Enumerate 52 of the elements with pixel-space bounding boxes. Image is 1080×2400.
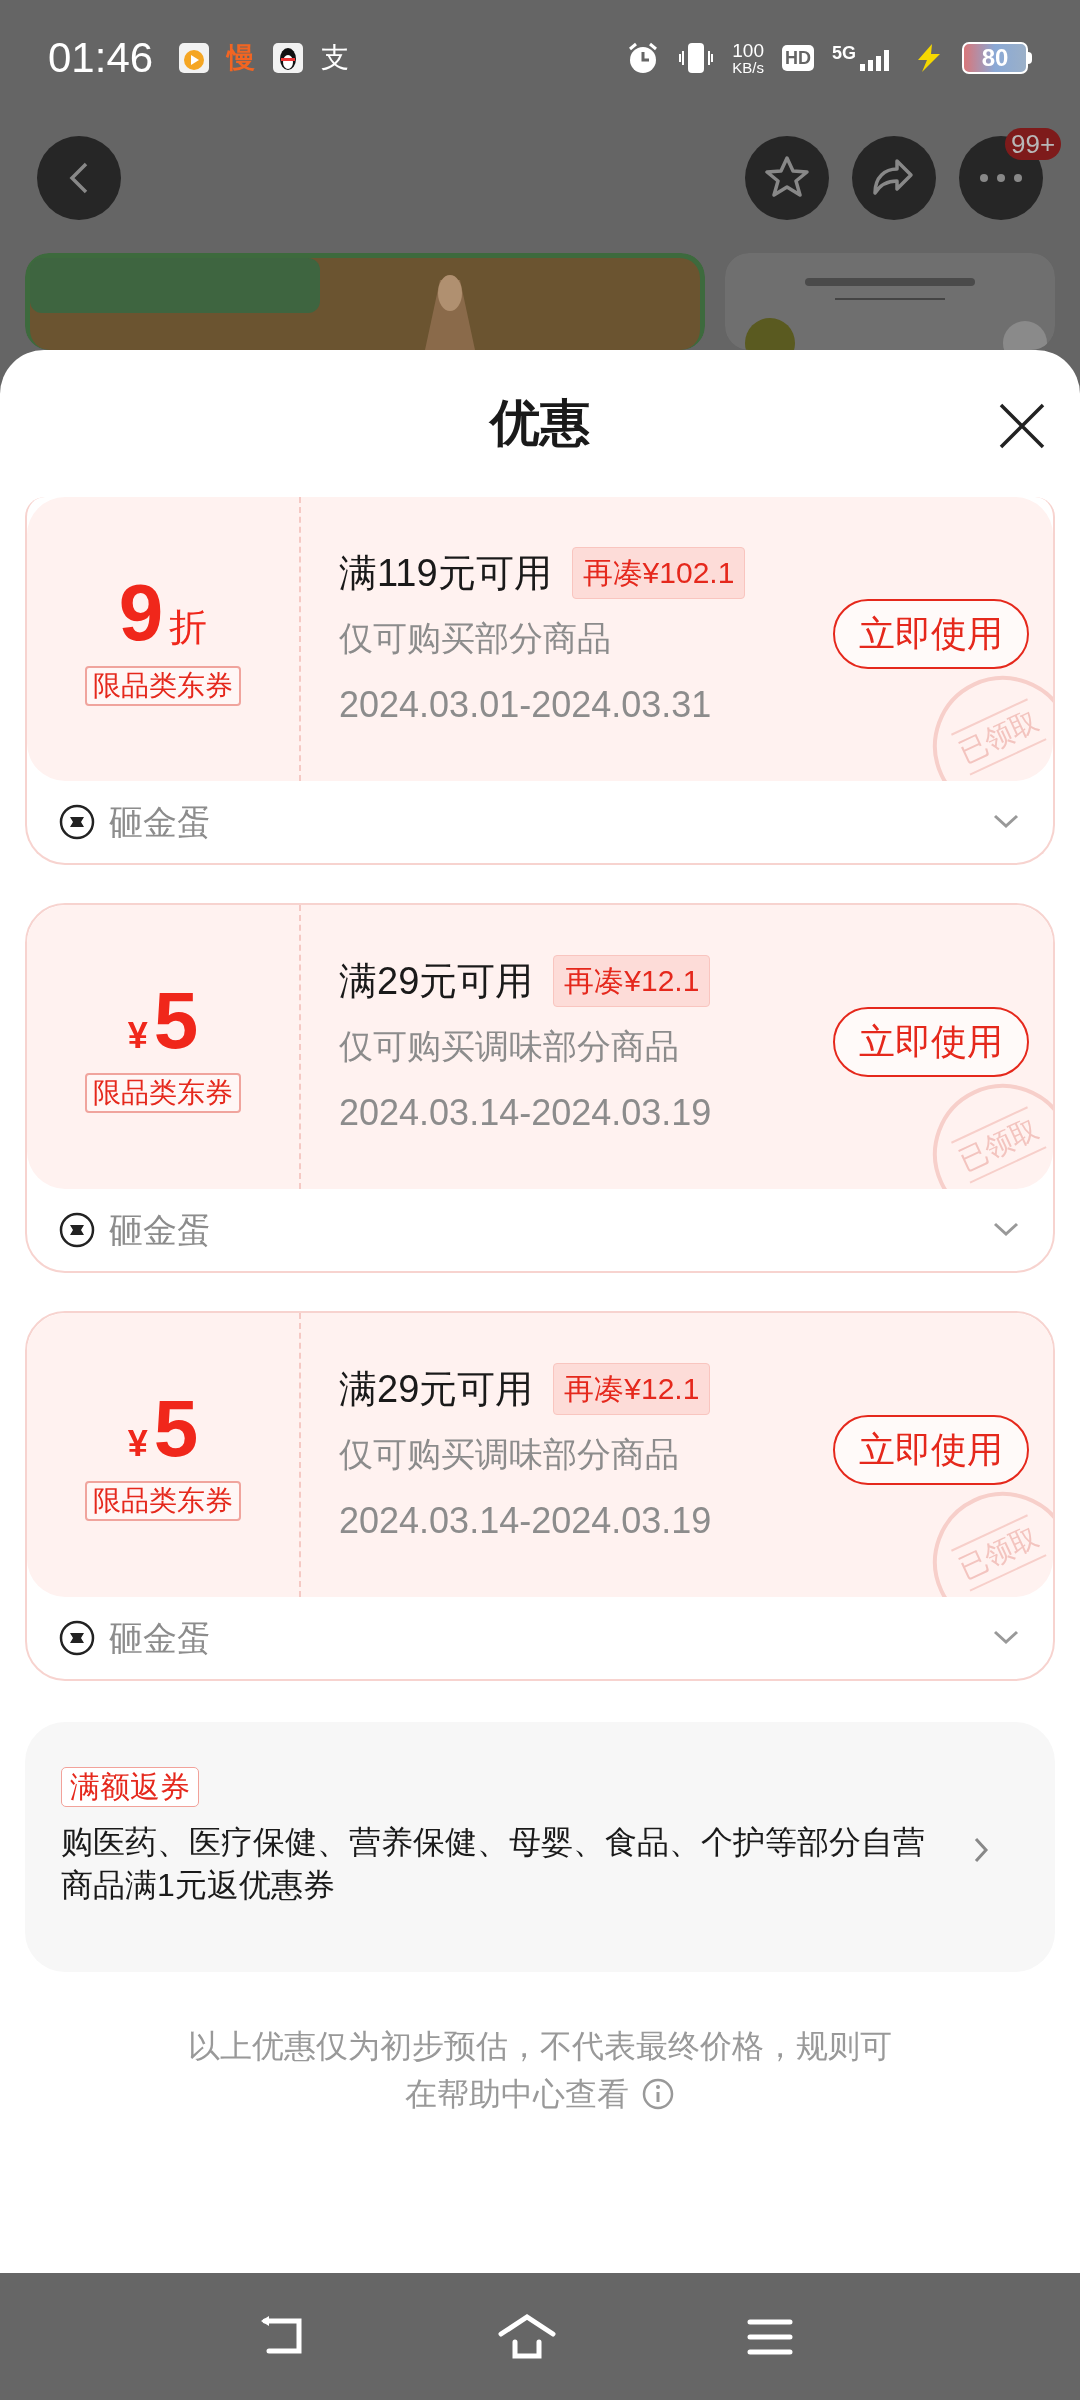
disclaimer-text: 以上优惠仅为初步预估，不代表最终价格，规则可 (188, 2027, 892, 2066)
coupon-tag: 限品类东券 (85, 1481, 241, 1521)
coupon-dates: 2024.03.01-2024.03.31 (339, 682, 712, 727)
speed-unit: KB/s (732, 59, 764, 75)
coupon-dates: 2024.03.14-2024.03.19 (339, 1090, 712, 1135)
home-nav-icon[interactable] (497, 2313, 557, 2360)
rebate-card[interactable]: 满额返券 购医药、医疗保健、营养保健、母婴、食品、个护等部分自营商品满1元返优惠券 (25, 1722, 1055, 1972)
app-notification-icon (179, 42, 210, 73)
notification-glyph: 支 (321, 40, 350, 75)
coupon-value: 5 (153, 981, 199, 1061)
network-type: 5G (832, 43, 856, 62)
use-now-button[interactable]: 立即使用 (833, 1007, 1029, 1077)
promo-label: 砸金蛋 (109, 801, 212, 843)
coupon-tag: 限品类东券 (85, 1073, 241, 1113)
sheet-title: 优惠 (490, 394, 590, 453)
help-center-text: 在帮助中心查看 (405, 2075, 629, 2114)
notification-badge: 99+ (1005, 128, 1062, 160)
coupon-condition: 满119元可用 (339, 553, 552, 592)
coupon-condition: 满29元可用 (339, 961, 534, 1000)
promo-label: 砸金蛋 (109, 1617, 212, 1659)
hd-indicator: HD (782, 44, 814, 71)
ticket-icon (59, 1212, 95, 1248)
battery-indicator: 80 (962, 41, 1028, 74)
share-icon (873, 158, 915, 197)
star-icon (764, 155, 810, 200)
coupon-unit: 折 (169, 604, 208, 650)
coupon-scope: 仅可购买调味部分商品 (339, 1025, 679, 1067)
info-icon[interactable] (641, 2077, 675, 2111)
use-now-button[interactable]: 立即使用 (833, 599, 1029, 669)
speed-value: 100 (732, 40, 764, 60)
vibrate-icon (678, 40, 715, 75)
shortfall-tag: 再凑¥102.1 (571, 546, 746, 599)
coupon-condition: 满29元可用 (339, 1369, 534, 1408)
use-now-button[interactable]: 立即使用 (833, 1415, 1029, 1485)
clock: 01:46 (48, 33, 154, 83)
notification-glyph: 慢 (227, 40, 256, 75)
ticket-icon (59, 804, 95, 840)
ticket-icon (59, 1620, 95, 1656)
more-icon (979, 172, 1023, 183)
rebate-tag: 满额返券 (61, 1767, 199, 1807)
promo-label: 砸金蛋 (109, 1209, 212, 1251)
currency-symbol: ¥ (127, 1014, 148, 1058)
shortfall-tag: 再凑¥12.1 (553, 1362, 711, 1415)
coupon-value: 5 (153, 1389, 199, 1469)
coupon-tag: 限品类东券 (85, 665, 241, 706)
coupon-scope: 仅可购买部分商品 (339, 617, 611, 659)
currency-symbol: ¥ (127, 1422, 148, 1466)
rebate-text: 购医药、医疗保健、营养保健、母婴、食品、个护等部分自营商品满1元返优惠券 (61, 1823, 926, 1905)
shortfall-tag: 再凑¥12.1 (553, 954, 711, 1007)
coupon-value: 9 (118, 572, 164, 653)
coupon-scope: 仅可购买调味部分商品 (339, 1433, 679, 1475)
coupon-dates: 2024.03.14-2024.03.19 (339, 1498, 712, 1543)
